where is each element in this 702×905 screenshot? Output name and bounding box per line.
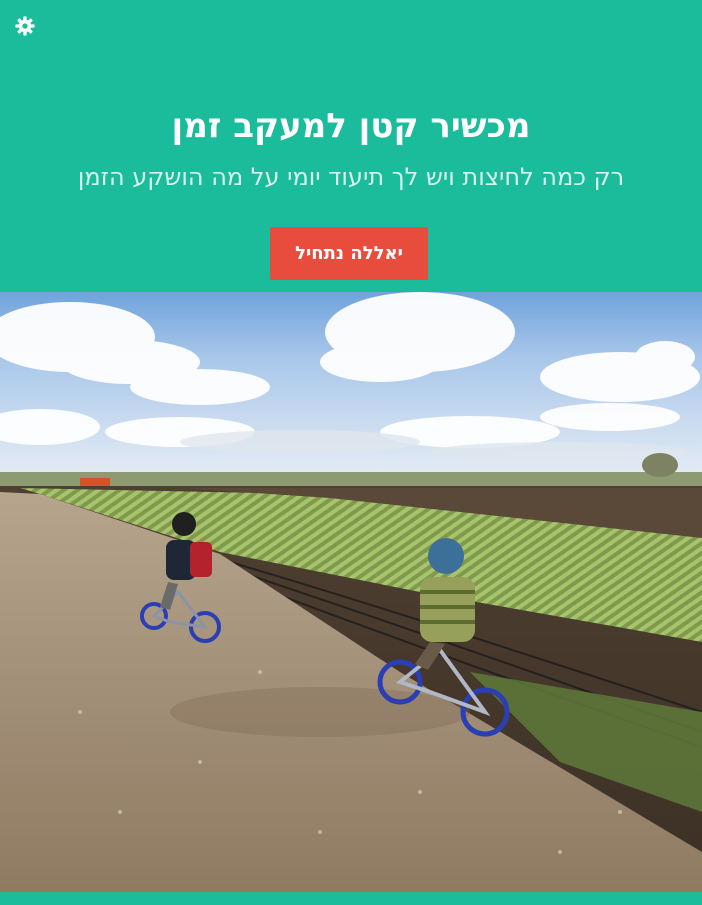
get-started-button[interactable]: יאללה נתחיל	[270, 227, 428, 280]
hero-photo	[0, 292, 702, 892]
page-title: מכשיר קטן למעקב זמן	[171, 106, 531, 146]
hero-section: מכשיר קטן למעקב זמן רק כמה לחיצות ויש לך…	[0, 0, 702, 292]
page-subtitle: רק כמה לחיצות ויש לך תיעוד יומי על מה הו…	[77, 163, 625, 191]
bottom-bar	[0, 892, 702, 905]
gear-icon[interactable]	[15, 16, 35, 36]
